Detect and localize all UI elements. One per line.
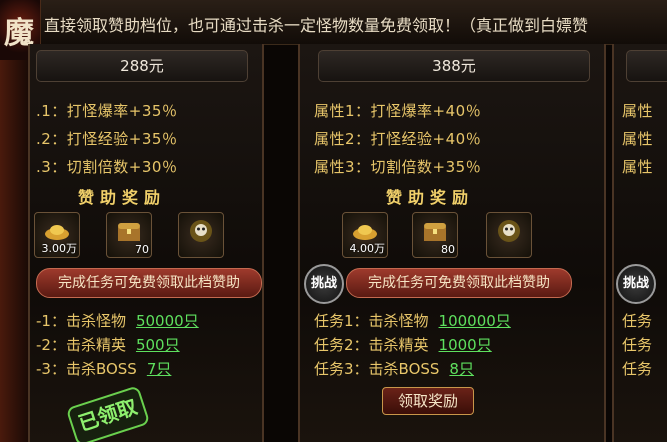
attr-2: 属性2：打怪经验+40％ — [314, 130, 482, 148]
attr-1: 属性1：打怪爆率+40％ — [314, 102, 482, 120]
task-label: 任务3：击杀BOSS — [314, 360, 440, 378]
gold-ingot-item[interactable]: 4.00万 — [342, 212, 388, 258]
attr-3: 属性3：切割倍数+35％ — [314, 158, 482, 176]
task-label: -2：击杀精英 — [36, 336, 126, 354]
sponsor-panel-388: 388元 属性1：打怪爆率+40％ 属性2：打怪经验+40％ 属性3：切割倍数+… — [298, 44, 606, 442]
skull-emblem-icon — [498, 220, 520, 242]
item-count: 3.00万 — [41, 242, 78, 255]
task-label: 任务2：击杀精英 — [314, 336, 429, 354]
top-banner: 直接领取赞助档位，也可通过击杀一定怪物数量免费领取！（真正做到白嫖赞 — [0, 0, 667, 45]
task-2: 任务 — [622, 336, 653, 354]
task-banner: 完成任务可免费领取此档赞助 — [346, 268, 572, 298]
price-bar: 288元 — [36, 50, 248, 82]
task-2: -2：击杀精英 500只 — [36, 334, 180, 355]
task-label: -3：击杀BOSS — [36, 360, 137, 378]
task-1: 任务 — [622, 312, 653, 330]
attr-2: 属性 — [622, 130, 654, 148]
sponsor-panel-288: 288元 .1：打怪爆率+35％ .2：打怪经验+35％ .3：切割倍数+30％… — [28, 44, 264, 442]
item-count: 4.00万 — [349, 242, 386, 255]
item-count: 70 — [135, 243, 149, 256]
task-3: 任务 — [622, 360, 653, 378]
task-label: -1：击杀怪物 — [36, 312, 126, 330]
left-decoration — [0, 60, 28, 442]
task-count: 7只 — [146, 360, 172, 378]
skull-emblem-item[interactable] — [178, 212, 224, 258]
banner-text: 直接领取赞助档位，也可通过击杀一定怪物数量免费领取！（真正做到白嫖赞 — [44, 16, 589, 35]
task-count: 1000只 — [438, 336, 492, 354]
task-count: 100000只 — [438, 312, 511, 330]
task-label: 任务1：击杀怪物 — [314, 312, 429, 330]
price-bar: 388元 — [318, 50, 590, 82]
reward-title: 赞助奖励 — [78, 188, 167, 207]
claim-reward-button[interactable]: 领取奖励 — [382, 387, 474, 415]
task-2: 任务2：击杀精英 1000只 — [314, 334, 492, 355]
treasure-chest-icon — [424, 223, 446, 241]
gold-ingot-item[interactable]: 3.00万 — [34, 212, 80, 258]
challenge-button[interactable]: 挑战 — [616, 264, 656, 304]
price-bar — [626, 50, 667, 82]
treasure-chest-item[interactable]: 70 — [106, 212, 152, 258]
attr-1: .1：打怪爆率+35％ — [36, 102, 178, 120]
treasure-chest-item[interactable]: 80 — [412, 212, 458, 258]
task-count: 50000只 — [135, 312, 199, 330]
item-count: 80 — [441, 243, 455, 256]
claimed-stamp: 已领取 — [65, 385, 151, 442]
task-3: 任务3：击杀BOSS 8只 — [314, 358, 474, 379]
attr-3: 属性 — [622, 158, 654, 176]
skull-emblem-icon — [190, 220, 212, 242]
reward-title: 赞助奖励 — [386, 188, 475, 207]
attr-3: .3：切割倍数+30％ — [36, 158, 178, 176]
sponsor-panel-next: 属性 属性 属性 挑战 任务 任务 任务 — [612, 44, 667, 442]
attr-2: .2：打怪经验+35％ — [36, 130, 178, 148]
task-count: 500只 — [135, 336, 180, 354]
challenge-button[interactable]: 挑战 — [304, 264, 344, 304]
skull-emblem-item[interactable] — [486, 212, 532, 258]
task-count: 8只 — [449, 360, 474, 378]
task-3: -3：击杀BOSS 7只 — [36, 358, 171, 379]
task-1: 任务1：击杀怪物 100000只 — [314, 310, 511, 331]
task-1: -1：击杀怪物 50000只 — [36, 310, 199, 331]
attr-1: 属性 — [622, 102, 654, 120]
treasure-chest-icon — [118, 223, 140, 241]
task-banner: 完成任务可免费领取此档赞助 — [36, 268, 262, 298]
